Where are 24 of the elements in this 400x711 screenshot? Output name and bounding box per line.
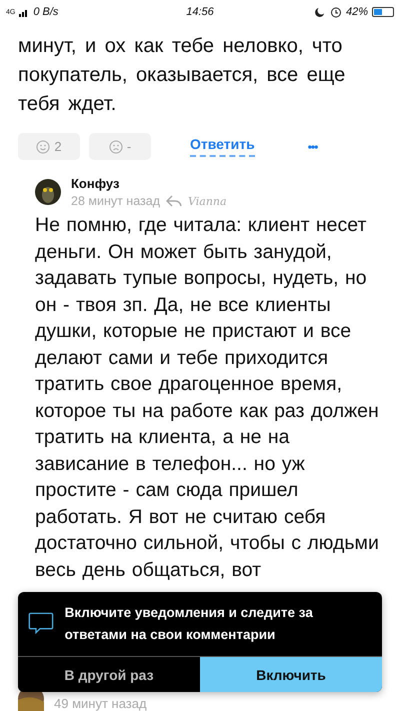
- moon-icon: [314, 6, 326, 18]
- comment-time: 28 минут назад: [71, 194, 160, 208]
- comment-time: 49 минут назад: [54, 696, 147, 711]
- battery-percent: 42%: [346, 6, 368, 18]
- network-speed: 0 B/s: [33, 6, 58, 18]
- dislike-button[interactable]: -: [89, 133, 151, 160]
- signal-icon: [19, 8, 30, 16]
- avatar[interactable]: [35, 179, 61, 205]
- more-button[interactable]: •••: [302, 138, 324, 154]
- alarm-icon: [330, 6, 342, 18]
- notification-message: Включите уведомления и следите за ответами на свои комментарии: [64, 604, 314, 644]
- reply-link[interactable]: Ответить: [190, 136, 255, 157]
- reply-to-user[interactable]: Vianna: [188, 194, 227, 208]
- reply-arrow-icon: [166, 195, 182, 207]
- later-button[interactable]: В другой раз: [18, 657, 200, 692]
- battery-icon: [372, 7, 394, 17]
- like-button[interactable]: 2: [18, 133, 80, 160]
- comment-text: минут, и ох как тебе неловко, что покупатель, оказывается, все еще тебя ждет.: [18, 34, 346, 117]
- comment-text: Не помню, где читала: клиент несет деньги. Он может быть занудой, задавать тупые вопросы, нудеть, но он - твоя зп. Да, не все клиенты душки, которые не пристают и все делают сами и тебе приходится тратить свое драгоценное время, которое ты на работе как раз должен тратить на клиента, а не на зависание в телефон... но уж простите - сам сюда пришел работать. Я вот не считаю себя достаточно сильной, чтобы с людьми весь день общаться, вот: [35, 213, 380, 582]
- enable-button[interactable]: Включить: [200, 657, 382, 692]
- smile-icon: [36, 140, 50, 154]
- author-name[interactable]: Конфуз: [71, 176, 227, 191]
- clock: 14:56: [186, 6, 214, 18]
- frown-icon: [108, 140, 123, 154]
